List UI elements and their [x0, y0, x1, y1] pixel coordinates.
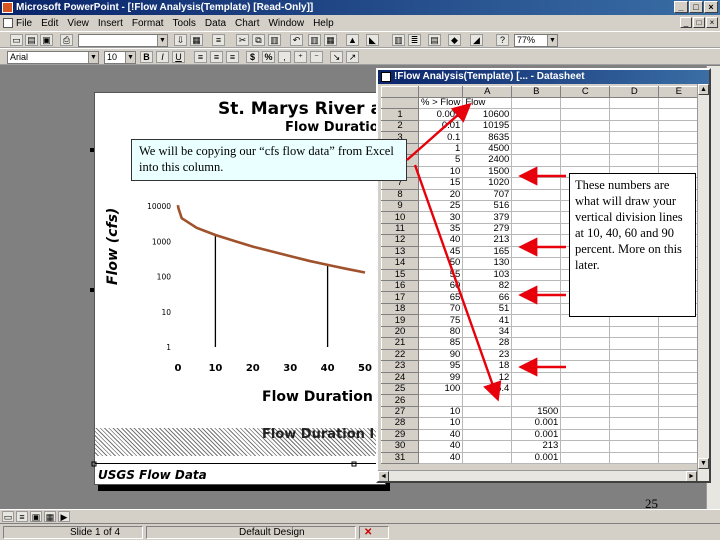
status-slide-count: Slide 1 of 4 [3, 526, 143, 539]
status-design: Default Design [146, 526, 356, 539]
status-bar: Slide 1 of 4 Default Design ✕ [0, 523, 720, 540]
outline-view-icon[interactable]: ≡ [16, 511, 28, 522]
spelling-status-icon[interactable]: ✕ [359, 526, 389, 539]
arrow-to-flow-header [406, 102, 472, 161]
status-slide-text: Slide 1 of 4 [70, 527, 121, 538]
annotation-arrows [406, 102, 566, 402]
slide-show-icon[interactable]: ▶ [58, 511, 70, 522]
status-design-text: Default Design [239, 527, 305, 538]
view-buttons-bar: ▭ ≡ ▣ ▦ ▶ [0, 509, 720, 523]
normal-view-icon[interactable]: ▭ [2, 511, 14, 522]
arrow-to-flow-column [413, 164, 502, 402]
slide-view-icon[interactable]: ▣ [30, 511, 42, 522]
slide-sorter-icon[interactable]: ▦ [44, 511, 56, 522]
